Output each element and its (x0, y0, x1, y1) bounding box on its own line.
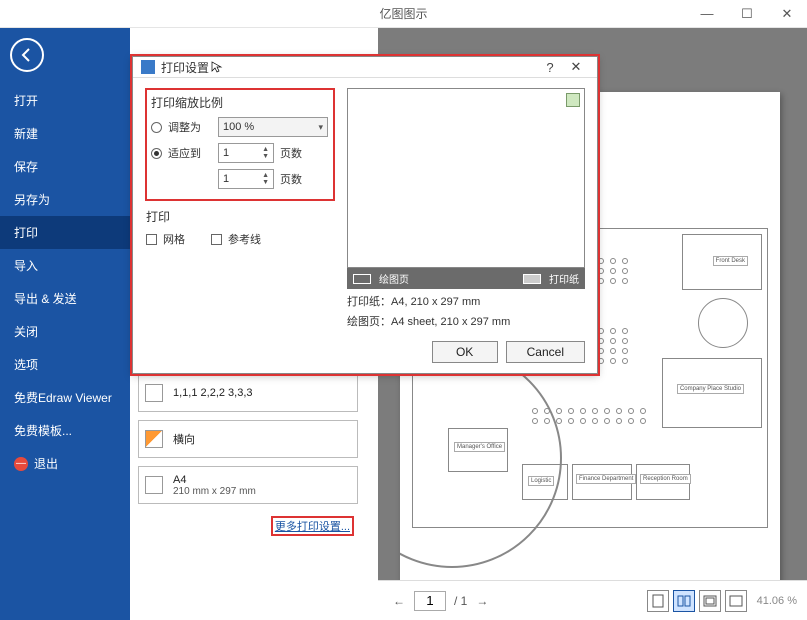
print-options-title: 打印 (146, 208, 334, 225)
radio-adjust-to[interactable] (151, 122, 162, 133)
sidebar-item-new[interactable]: 新建 (0, 117, 130, 150)
legend-printer-swatch (523, 274, 541, 284)
dialog-help-button[interactable]: ? (537, 60, 563, 75)
window-minimize-button[interactable]: — (687, 0, 727, 28)
fit-pages-tall-value: 1 (223, 173, 229, 185)
checkbox-guides-label: 参考线 (228, 231, 261, 247)
print-setup-dialog: 打印设置 ? ✕ 打印缩放比例 调整为 (132, 56, 598, 374)
sidebar-item-options[interactable]: 选项 (0, 348, 130, 381)
exit-icon: — (14, 457, 28, 471)
view-single-page-button[interactable] (647, 590, 669, 612)
zoom-level-label: 41.06 % (757, 595, 797, 607)
two-page-icon (677, 595, 691, 607)
sidebar-item-open[interactable]: 打开 (0, 84, 130, 117)
sidebar-item-free-templates[interactable]: 免费模板... (0, 414, 130, 447)
window-maximize-button[interactable]: ☐ (727, 0, 767, 28)
preview-bottom-bar: ← / 1 → 41.06 % (378, 580, 807, 620)
sidebar-item-close[interactable]: 关闭 (0, 315, 130, 348)
label-conference: Company Place Studio (677, 384, 744, 394)
legend-drawing-label: 绘图页 (379, 271, 409, 286)
fit-pages-wide-spinner[interactable]: 1 ▲▼ (218, 143, 274, 163)
sidebar-item-save[interactable]: 保存 (0, 150, 130, 183)
sidebar-item-print[interactable]: 打印 (0, 216, 130, 249)
fit-width-icon (703, 595, 717, 607)
page-next-button[interactable]: → (471, 590, 493, 612)
page-total-label: / 1 (454, 594, 467, 608)
window-titlebar: 亿图图示 — ☐ ✕ (0, 0, 807, 28)
radio-fit-to[interactable] (151, 148, 162, 159)
info-draw-page: 绘图页：A4 sheet, 210 x 297 mm (347, 313, 585, 329)
fit-pages-tall-spinner[interactable]: 1 ▲▼ (218, 169, 274, 189)
sidebar-item-exit[interactable]: — 退出 (0, 447, 130, 480)
collate-icon (145, 384, 163, 402)
print-scale-title: 打印缩放比例 (151, 94, 329, 111)
more-print-settings-link[interactable]: 更多打印设置... (275, 521, 350, 533)
page-number-input[interactable] (414, 591, 446, 611)
orientation-icon (145, 430, 163, 448)
sidebar-item-export-send[interactable]: 导出 & 发送 (0, 282, 130, 315)
dialog-app-icon (141, 60, 155, 74)
sidebar-item-free-viewer[interactable]: 免费Edraw Viewer (0, 381, 130, 414)
dialog-preview-box (347, 88, 585, 268)
page-prev-button[interactable]: ← (388, 590, 410, 612)
preview-legend: 绘图页 打印纸 (347, 268, 585, 289)
legend-drawing-swatch (353, 274, 371, 284)
preview-corner-icon (566, 93, 580, 107)
checkbox-grid-label: 网格 (163, 231, 185, 247)
pages-tall-label: 页数 (280, 171, 302, 187)
sidebar-exit-label: 退出 (34, 455, 58, 472)
label-reception: Reception Room (640, 474, 691, 484)
collate-label: 1,1,1 2,2,2 3,3,3 (173, 387, 349, 399)
ok-button[interactable]: OK (432, 341, 498, 363)
sidebar-item-import[interactable]: 导入 (0, 249, 130, 282)
view-fit-page-button[interactable] (725, 590, 747, 612)
backstage-sidebar: 打开 新建 保存 另存为 打印 导入 导出 & 发送 关闭 选项 免费Edraw… (0, 28, 130, 620)
label-finance: Finance Department (576, 474, 636, 484)
paper-size-option-card[interactable]: A4 210 mm x 297 mm (138, 466, 358, 504)
chevron-down-icon: ▾ (318, 122, 323, 133)
back-button[interactable] (10, 38, 44, 72)
orientation-label: 横向 (173, 431, 349, 447)
label-logistic: Logistic (528, 476, 554, 486)
fit-page-icon (729, 595, 743, 607)
app-title: 亿图图示 (379, 5, 427, 22)
dialog-close-button[interactable]: ✕ (563, 59, 589, 75)
label-front-desk: Front Desk (713, 256, 748, 266)
paper-icon (145, 476, 163, 494)
view-fit-width-button[interactable] (699, 590, 721, 612)
view-two-page-button[interactable] (673, 590, 695, 612)
dialog-title: 打印设置 (161, 59, 209, 76)
paper-sublabel: 210 mm x 297 mm (173, 486, 349, 497)
pages-wide-label: 页数 (280, 145, 302, 161)
radio-adjust-label: 调整为 (168, 119, 218, 135)
fit-pages-wide-value: 1 (223, 147, 229, 159)
label-office: Manager's Office (454, 442, 505, 452)
radio-fit-label: 适应到 (168, 145, 218, 161)
paper-label: A4 (173, 474, 349, 486)
window-close-button[interactable]: ✕ (767, 0, 807, 28)
print-options-group: 打印 网格 参考线 (145, 207, 335, 254)
page-icon (652, 594, 664, 608)
legend-printer-label: 打印纸 (549, 271, 579, 286)
orientation-option-card[interactable]: 横向 (138, 420, 358, 458)
print-scale-group: 打印缩放比例 调整为 100 % ▾ (145, 88, 335, 201)
checkbox-grid[interactable] (146, 234, 157, 245)
scale-percent-combo[interactable]: 100 % ▾ (218, 117, 328, 137)
cursor-icon (211, 61, 223, 73)
info-print-paper: 打印纸：A4, 210 x 297 mm (347, 293, 585, 309)
cancel-button[interactable]: Cancel (506, 341, 585, 363)
back-arrow-icon (19, 47, 35, 63)
scale-percent-value: 100 % (223, 121, 254, 133)
collate-option-card[interactable]: 1,1,1 2,2,2 3,3,3 (138, 374, 358, 412)
sidebar-item-saveas[interactable]: 另存为 (0, 183, 130, 216)
checkbox-guides[interactable] (211, 234, 222, 245)
